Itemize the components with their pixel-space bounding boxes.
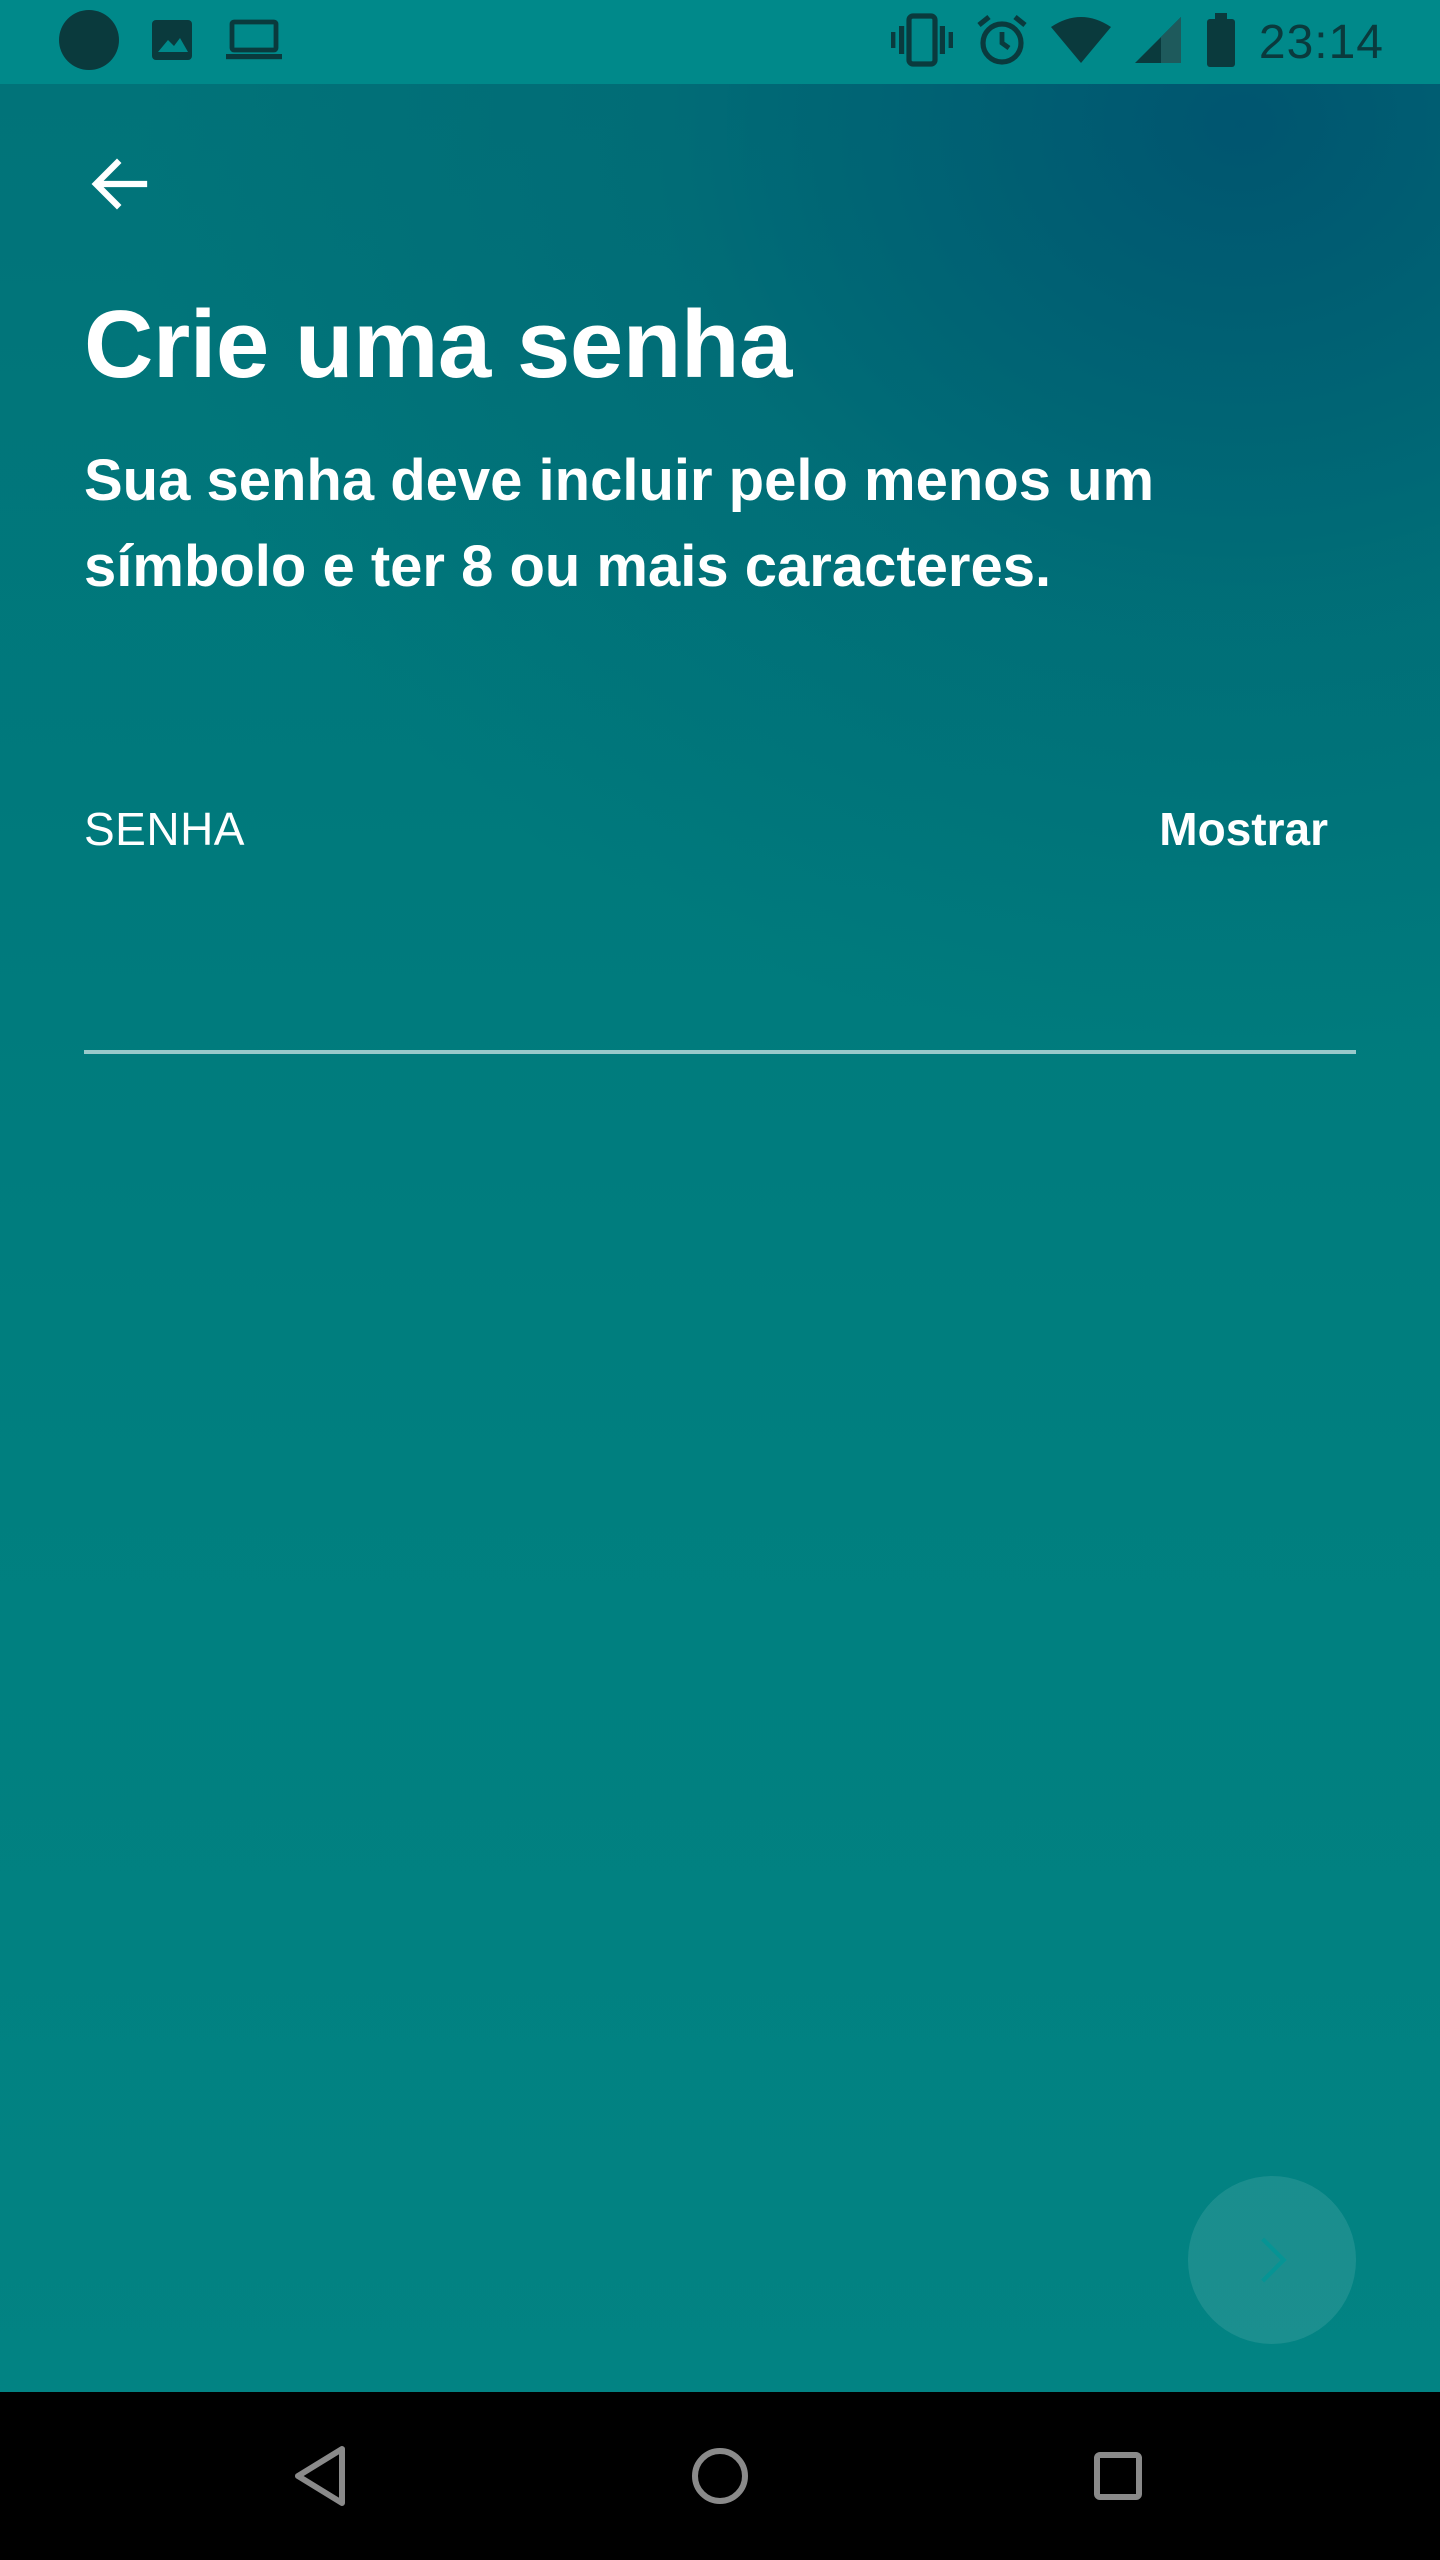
laptop-icon (224, 15, 284, 70)
vibrate-icon (890, 12, 953, 73)
signal-icon (1133, 15, 1183, 70)
alarm-icon (975, 13, 1029, 72)
page-subtitle: Sua senha deve incluir pelo menos um sím… (84, 448, 1155, 599)
back-button[interactable] (84, 148, 156, 220)
notification-dot-icon (58, 9, 120, 76)
chevron-right-icon (1261, 2237, 1287, 2283)
password-input[interactable] (84, 900, 1356, 1054)
nav-back-button[interactable] (284, 2440, 356, 2512)
nav-recents-button[interactable] (1082, 2440, 1154, 2512)
page-title: Crie uma senha (84, 291, 792, 398)
status-time: 23:14 (1258, 15, 1384, 69)
recents-square-icon (1094, 2452, 1142, 2500)
next-button[interactable] (1188, 2176, 1356, 2344)
image-icon (148, 16, 196, 69)
battery-icon (1205, 12, 1237, 72)
screen: 23:14 Crie uma senha Sua senha deve incl… (0, 0, 1440, 2560)
back-triangle-icon (295, 2446, 345, 2506)
wifi-icon (1050, 15, 1111, 70)
status-bar-right: 23:14 (869, 12, 1384, 72)
status-bar-left (58, 9, 312, 72)
nav-home-button[interactable] (684, 2440, 756, 2512)
password-label: SENHA (84, 803, 245, 855)
main-content (0, 84, 1440, 2392)
show-password-button[interactable]: Mostrar (1159, 802, 1328, 856)
status-bar: 23:14 (0, 0, 1440, 84)
arrow-left-icon (91, 158, 148, 210)
home-circle-icon (692, 2448, 748, 2504)
